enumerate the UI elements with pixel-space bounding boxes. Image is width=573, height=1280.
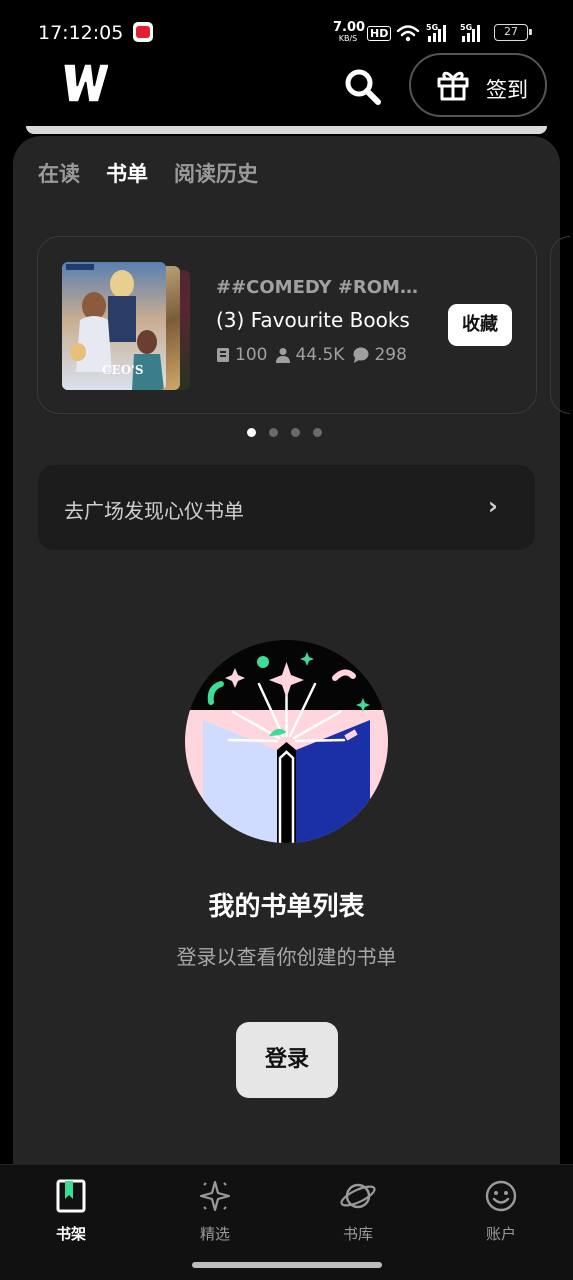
booklist-card[interactable]: CEO'S ##COMEDY #ROMA... (3) Favourite Bo…	[37, 236, 537, 414]
carousel-dot[interactable]	[313, 428, 322, 437]
sparkle-icon	[199, 1180, 231, 1212]
tab-reading[interactable]: 在读	[38, 158, 80, 188]
nav-label-account: 账户	[485, 1225, 516, 1243]
planet-icon	[340, 1183, 376, 1209]
svg-text:CEO'S: CEO'S	[102, 363, 144, 377]
home-indicator[interactable]	[192, 1262, 382, 1268]
follower-count: 44.5K	[295, 345, 345, 365]
network-speed: 7.00 KB/S	[333, 21, 365, 44]
checkin-button[interactable]: 签到	[409, 53, 547, 117]
gift-icon	[436, 68, 470, 106]
hd-badge: HD	[367, 26, 392, 41]
booklist-covers: CEO'S	[62, 262, 192, 390]
signal-icons: 5G 5G	[396, 22, 490, 48]
signal-5g-label-2: 5G	[460, 23, 472, 32]
user-icon	[276, 348, 291, 363]
book-count-icon	[217, 348, 229, 362]
search-button[interactable]	[342, 66, 384, 108]
discover-label: 去广场发现心仪书单	[64, 499, 244, 523]
w-logo-icon[interactable]	[58, 60, 111, 110]
signal-5g-label-1: 5G	[426, 23, 438, 32]
wifi-icon	[396, 25, 420, 37]
booklist-title: (3) Favourite Books	[216, 308, 410, 332]
book-cover-1: CEO'S	[62, 262, 166, 390]
carousel-dot[interactable]	[247, 428, 256, 437]
smile-icon	[485, 1180, 517, 1212]
discover-booklists-row[interactable]: 去广场发现心仪书单 ›	[38, 465, 535, 550]
nav-item-featured[interactable]: 精选	[160, 1179, 270, 1244]
bookshelf-panel: 在读 书单 阅读历史 CEO'S ##COMEDY #ROMA... (3) F…	[13, 136, 570, 1236]
comment-icon	[353, 347, 369, 363]
booklist-tags: ##COMEDY #ROMA...	[216, 277, 426, 298]
chevron-right-icon: ›	[488, 492, 498, 520]
bookshelf-icon	[56, 1179, 86, 1213]
nav-item-account[interactable]: 账户	[446, 1179, 556, 1244]
app-header: 签到	[0, 52, 573, 126]
comment-count: 298	[374, 345, 407, 365]
empty-state-subtitle: 登录以查看你创建的书单	[176, 945, 397, 969]
carousel-indicator	[247, 428, 322, 437]
save-booklist-button[interactable]: 收藏	[448, 304, 512, 346]
search-icon	[345, 69, 381, 105]
nav-item-library[interactable]: 书库	[303, 1179, 413, 1244]
book-count: 100	[235, 345, 268, 365]
notification-app-icon	[133, 22, 153, 42]
next-booklist-card-peek[interactable]	[550, 236, 570, 414]
nav-label-featured: 精选	[199, 1225, 230, 1243]
status-time: 17:12:05	[38, 22, 124, 44]
book-count-stat: 100	[216, 345, 267, 365]
bookshelf-tabs: 在读 书单 阅读历史	[38, 158, 258, 188]
empty-booklist-illustration	[185, 640, 388, 843]
nav-item-bookshelf[interactable]: 书架	[16, 1179, 126, 1244]
login-button[interactable]: 登录	[236, 1022, 338, 1098]
tab-reading-history[interactable]: 阅读历史	[174, 158, 258, 188]
previous-sheet-edge	[26, 126, 547, 134]
checkin-label: 签到	[486, 78, 528, 102]
booklist-stats: 100 44.5K 298	[216, 345, 416, 365]
carousel-dot[interactable]	[291, 428, 300, 437]
comment-stat: 298	[353, 345, 407, 365]
nav-label-bookshelf: 书架	[55, 1225, 86, 1243]
tab-booklists[interactable]: 书单	[106, 158, 148, 188]
carousel-dot[interactable]	[269, 428, 278, 437]
battery-indicator: 27	[494, 24, 532, 41]
follower-stat: 44.5K	[276, 345, 344, 365]
nav-label-library: 书库	[342, 1225, 373, 1243]
empty-state-title: 我的书单列表	[208, 892, 365, 922]
